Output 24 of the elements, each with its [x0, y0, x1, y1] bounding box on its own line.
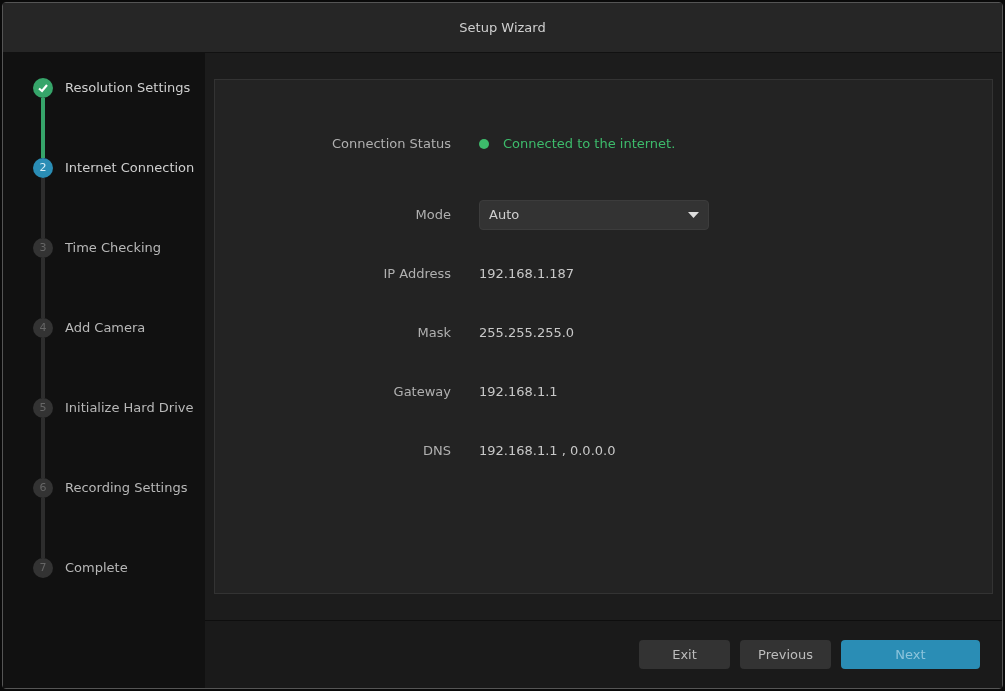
status-text: Connected to the internet.: [503, 135, 676, 154]
field-value: 255.255.255.0: [479, 324, 575, 343]
field-value: 192.168.1.1 , 0.0.0.0: [479, 442, 616, 461]
field-label: Gateway: [392, 383, 451, 402]
step-label: Internet Connection: [65, 159, 195, 177]
step-label: Recording Settings: [65, 479, 188, 497]
step-number: 2: [33, 158, 53, 178]
window-title: Setup Wizard: [459, 18, 546, 37]
wizard-button[interactable]: Exit: [639, 640, 730, 669]
step-label: Initialize Hard Drive: [65, 399, 194, 417]
step-label: Complete: [65, 559, 128, 577]
step-label: Time Checking: [65, 239, 162, 257]
mode-dropdown[interactable]: Auto: [479, 200, 709, 230]
field-label: IP Address: [382, 265, 451, 284]
wizard-button[interactable]: Previous: [740, 640, 831, 669]
step-label: Add Camera: [65, 319, 146, 337]
field-label: Mode: [414, 206, 451, 225]
field-label: Mask: [416, 324, 451, 343]
dropdown-arrow-icon: [688, 212, 699, 218]
step-label: Resolution Settings: [65, 79, 191, 97]
field-value: 192.168.1.1: [479, 383, 558, 402]
field-value: 192.168.1.187: [479, 265, 575, 284]
field-label: Connection Status: [330, 135, 451, 154]
field-label: DNS: [422, 442, 451, 461]
